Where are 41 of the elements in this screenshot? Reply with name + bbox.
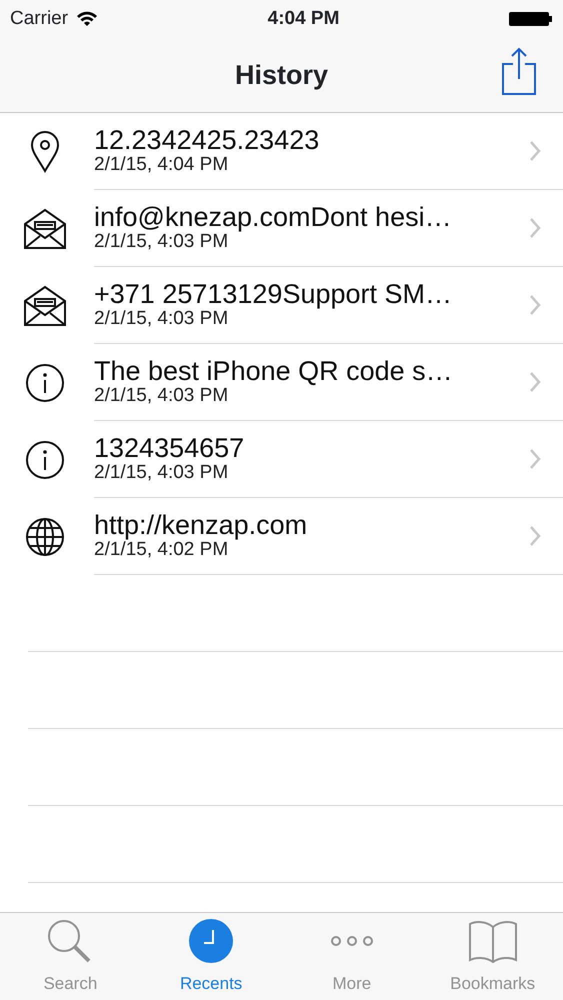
history-row[interactable]: +371 25713129Support SM… 2/1/15, 4:03 PM [0,267,563,344]
entry-date: 2/1/15, 4:03 PM [94,386,230,408]
wifi-icon [76,11,98,27]
entry-date: 2/1/15, 4:03 PM [94,232,228,254]
envelope-icon [23,284,67,326]
share-icon [501,47,537,95]
history-row[interactable]: 1324354657 2/1/15, 4:03 PM [0,421,563,498]
entry-title: The best iPhone QR code s… [94,356,454,386]
entry-title: http://kenzap.com [94,510,308,540]
history-row[interactable]: 12.2342425.23423 2/1/15, 4:04 PM [0,113,563,190]
entry-title: 12.2342425.23423 [94,126,320,156]
entry-title: 1324354657 [94,434,246,464]
entry-date: 2/1/15, 4:02 PM [94,540,228,562]
entry-title: info@knezap.comDont hesi… [94,202,453,232]
book-icon [468,918,518,962]
chevron-icon [529,448,541,470]
chevron-icon [529,217,541,239]
entry-date: 2/1/15, 4:03 PM [94,309,228,330]
globe-icon [25,516,65,556]
chevron-icon [529,294,541,316]
history-row[interactable]: http://kenzap.com 2/1/15, 4:02 PM [0,498,563,575]
chevron-icon [529,140,541,162]
entry-date: 2/1/15, 4:04 PM [94,155,230,176]
more-icon [330,934,373,946]
chevron-icon [529,525,541,547]
entry-date: 2/1/15, 4:03 PM [94,463,230,484]
status-time: 4:04 PM [268,6,340,31]
carrier-label: Carrier [10,6,68,31]
pin-icon [30,130,60,172]
history-row[interactable]: info@knezap.comDont hesi… 2/1/15, 4:03 PM [0,190,563,267]
history-row[interactable]: The best iPhone QR code s… 2/1/15, 4:03 PM [0,344,563,421]
share-button[interactable] [501,47,537,95]
battery-icon [509,11,553,27]
info-icon [25,440,65,480]
chevron-icon [529,371,541,393]
clock-icon [188,918,234,964]
entry-title: +371 25713129Support SM… [94,280,454,310]
info-icon [25,362,65,402]
envelope-icon [23,208,67,250]
screen-title: History [234,58,328,92]
tab-item[interactable]: Recents [140,913,282,1000]
